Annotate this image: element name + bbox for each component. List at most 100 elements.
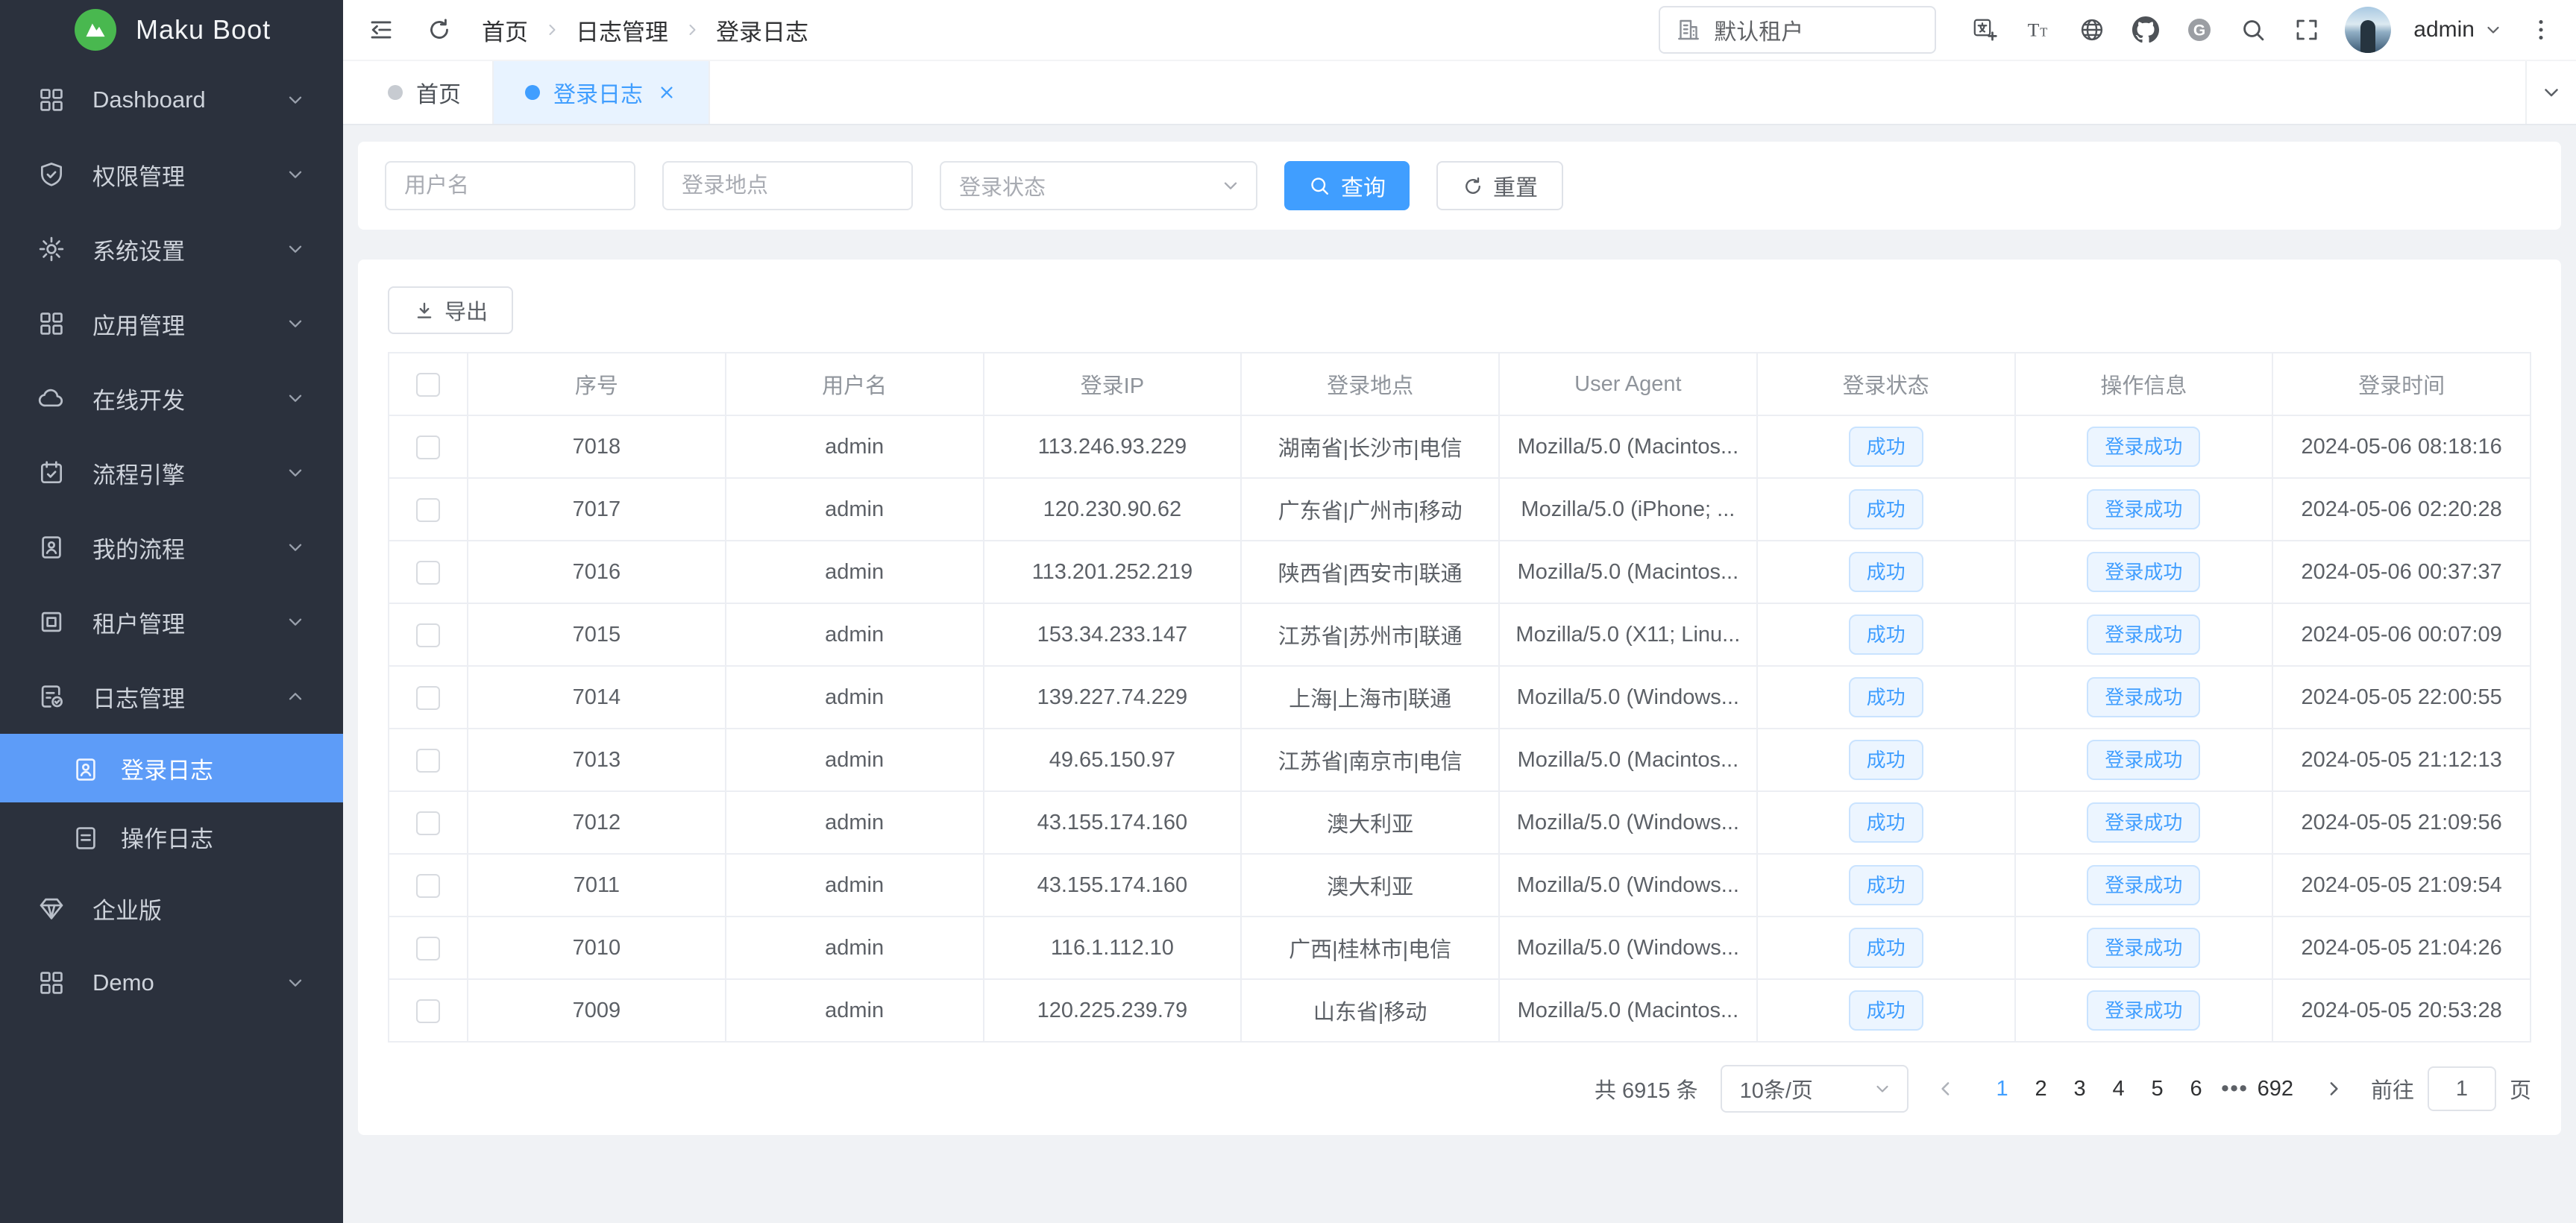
prev-page-button[interactable] [1931,1074,1961,1104]
gitee-icon[interactable]: G [2184,14,2215,45]
sidebar-subitem-登录日志[interactable]: 登录日志 [0,734,343,802]
tab-home[interactable]: 首页 [356,61,494,124]
cell-info: 登录成功 [2015,917,2273,979]
page-number-3[interactable]: 3 [2061,1077,2099,1101]
page-number-4[interactable]: 4 [2099,1077,2138,1101]
next-page-button[interactable] [2319,1074,2349,1104]
chevron-down-icon [2540,81,2563,104]
page-number-692[interactable]: 692 [2255,1077,2296,1101]
goto-page-input[interactable] [2428,1066,2496,1111]
search-icon[interactable] [2237,14,2269,45]
topbar: 首页 日志管理 登录日志 默认租户 TT G admin [343,0,2576,60]
cell-time: 2024-05-06 02:20:28 [2272,478,2531,541]
page-number-2[interactable]: 2 [2022,1077,2061,1101]
row-checkbox[interactable] [416,811,440,835]
row-checkbox[interactable] [416,874,440,898]
sidebar-item-我的流程[interactable]: 我的流程 [0,510,343,585]
cell-ua: Mozilla/5.0 (Macintos... [1499,729,1757,791]
cell-location: 澳大利亚 [1241,791,1499,854]
pager-ellipsis[interactable]: ••• [2216,1077,2255,1101]
goto-unit-label: 页 [2510,1073,2531,1104]
cell-status: 成功 [1757,917,2015,979]
row-checkbox[interactable] [416,436,440,459]
close-icon[interactable] [656,82,677,103]
sidebar-item-流程引擎[interactable]: 流程引擎 [0,436,343,510]
cell-status: 成功 [1757,729,2015,791]
tabs-dropdown-button[interactable] [2525,61,2576,124]
col-header-location: 登录地点 [1241,353,1499,415]
cell-info: 登录成功 [2015,854,2273,917]
row-checkbox[interactable] [416,561,440,585]
sidebar-item-Dashboard[interactable]: Dashboard [0,63,343,137]
login-location-input[interactable] [662,161,913,210]
breadcrumb-home[interactable]: 首页 [482,13,528,47]
sidebar-item-日志管理[interactable]: 日志管理 [0,659,343,734]
cell-status: 成功 [1757,979,2015,1042]
fullscreen-icon[interactable] [2291,14,2322,45]
avatar[interactable] [2345,7,2391,53]
row-checkbox-cell [389,603,468,666]
sidebar-item-Demo[interactable]: Demo [0,946,343,1020]
table-row: 7015admin153.34.233.147江苏省|苏州市|联通Mozilla… [389,603,2531,666]
cell-info: 登录成功 [2015,729,2273,791]
chevron-down-icon [285,313,306,334]
table-row: 7016admin113.201.252.219陕西省|西安市|联通Mozill… [389,541,2531,603]
cell-id: 7010 [468,917,726,979]
font-size-icon[interactable]: TT [2023,14,2054,45]
info-badge: 登录成功 [2087,990,2200,1031]
info-badge: 登录成功 [2087,740,2200,780]
user-menu[interactable]: admin [2413,17,2503,43]
search-icon [1308,175,1331,197]
row-checkbox[interactable] [416,498,440,522]
sidebar-item-在线开发[interactable]: 在线开发 [0,361,343,436]
cell-ua: Mozilla/5.0 (Windows... [1499,917,1757,979]
translate-icon[interactable] [1969,14,2000,45]
sidebar-subitem-操作日志[interactable]: 操作日志 [0,802,343,871]
sidebar-item-label: 在线开发 [92,382,285,415]
page-number-6[interactable]: 6 [2177,1077,2216,1101]
cell-location: 江苏省|南京市|电信 [1241,729,1499,791]
cell-ip: 43.155.174.160 [984,854,1242,917]
reset-button[interactable]: 重置 [1436,161,1563,210]
cell-location: 江苏省|苏州市|联通 [1241,603,1499,666]
collapse-sidebar-icon[interactable] [365,14,397,45]
row-checkbox[interactable] [416,937,440,961]
page-number-1[interactable]: 1 [1983,1077,2022,1101]
topbar-left: 首页 日志管理 登录日志 [365,13,808,47]
cell-ip: 113.201.252.219 [984,541,1242,603]
svg-text:T: T [2041,25,2048,39]
chevron-down-icon [2484,20,2503,40]
row-checkbox[interactable] [416,999,440,1023]
globe-icon[interactable] [2076,14,2108,45]
row-checkbox[interactable] [416,623,440,647]
sidebar-item-权限管理[interactable]: 权限管理 [0,137,343,212]
page-number-5[interactable]: 5 [2138,1077,2177,1101]
sidebar-item-系统设置[interactable]: 系统设置 [0,212,343,286]
refresh-icon[interactable] [424,14,455,45]
username-input[interactable] [385,161,635,210]
github-icon[interactable] [2130,14,2161,45]
col-header-time: 登录时间 [2272,353,2531,415]
table-card: 导出 序号 用户名 登录IP 登录地点 User Agent [358,260,2561,1135]
sidebar-item-租户管理[interactable]: 租户管理 [0,585,343,659]
login-status-select[interactable]: 登录状态 [940,161,1257,210]
status-badge: 成功 [1849,802,1923,843]
row-checkbox[interactable] [416,749,440,773]
tab-login-log[interactable]: 登录日志 [494,61,710,124]
row-checkbox[interactable] [416,686,440,710]
table-row: 7018admin113.246.93.229湖南省|长沙市|电信Mozilla… [389,415,2531,478]
status-badge: 成功 [1849,865,1923,905]
select-all-checkbox[interactable] [416,373,440,397]
doc-icon [72,824,97,849]
cell-user: admin [726,415,984,478]
page-size-select[interactable]: 10条/页 [1721,1065,1909,1113]
tab-dot [525,85,540,100]
kebab-menu-icon[interactable] [2525,14,2557,45]
cell-ip: 120.225.239.79 [984,979,1242,1042]
sidebar-item-应用管理[interactable]: 应用管理 [0,286,343,361]
search-button[interactable]: 查询 [1284,161,1410,210]
export-button[interactable]: 导出 [388,286,513,334]
sidebar-item-企业版[interactable]: 企业版 [0,871,343,946]
chevron-up-icon [285,686,306,707]
tenant-select[interactable]: 默认租户 [1659,6,1936,54]
